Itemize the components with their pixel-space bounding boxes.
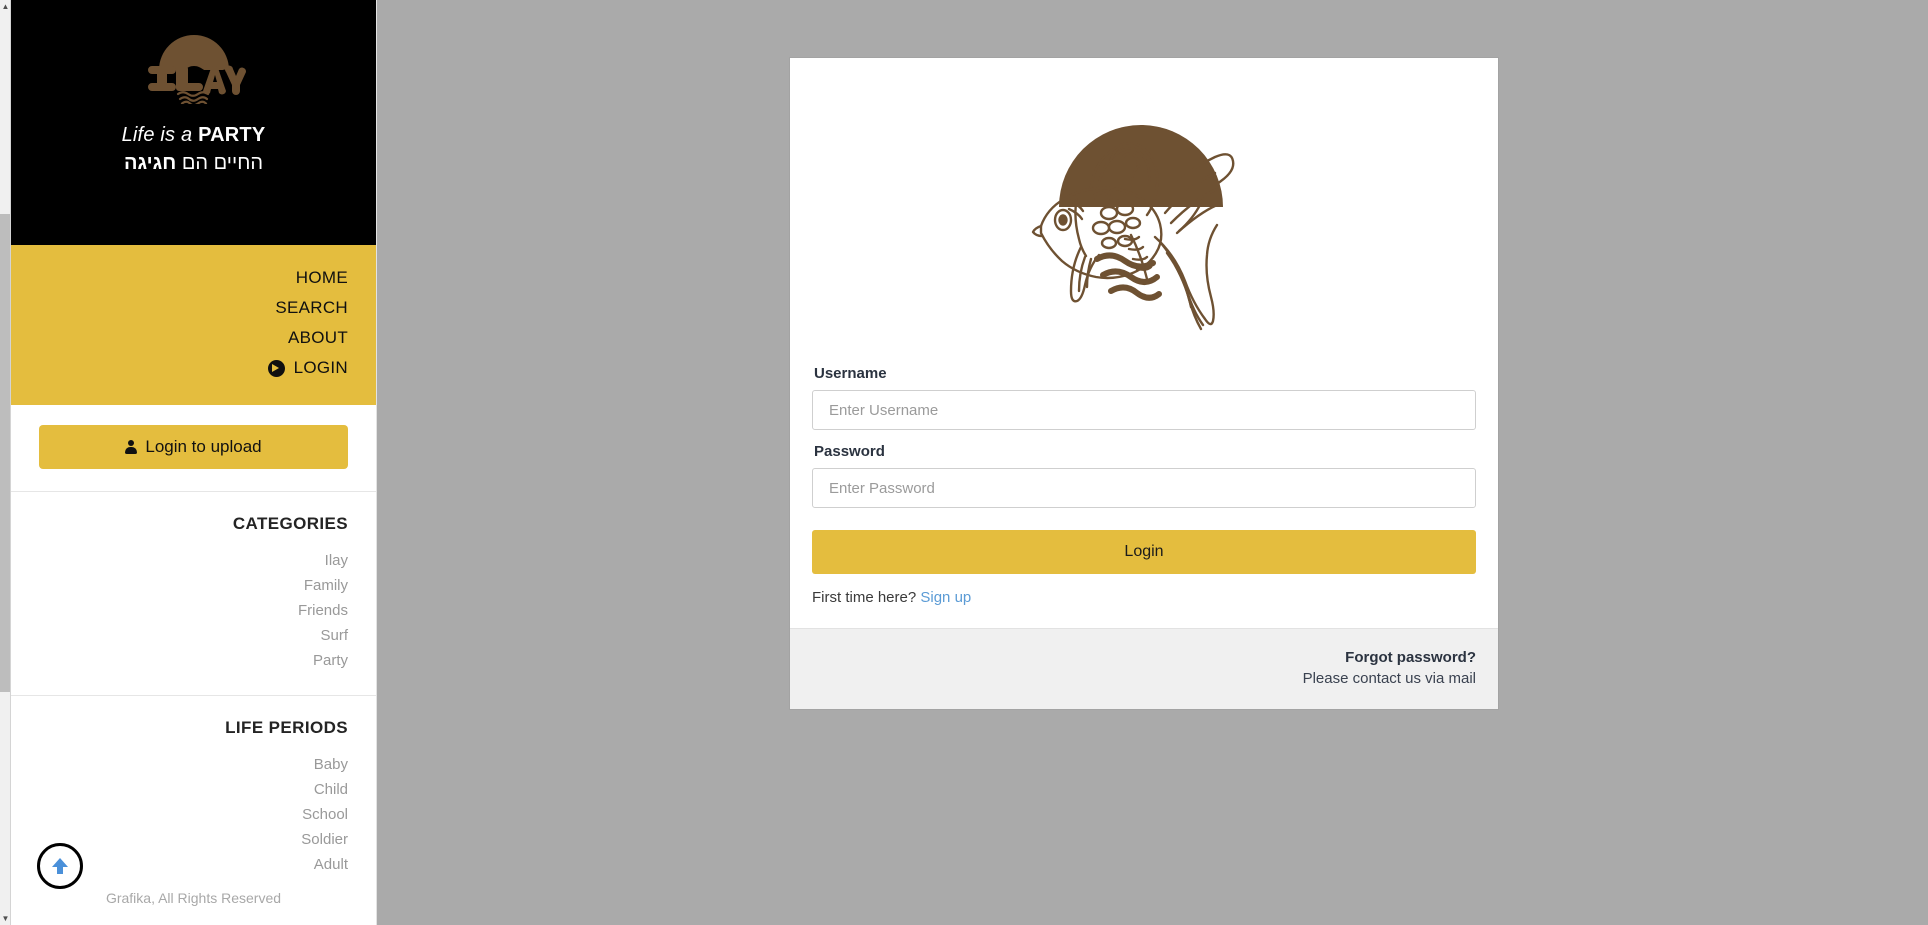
categories-section: CATEGORIES Ilay Family Friends Surf Part… [11, 491, 376, 695]
user-icon [125, 440, 138, 454]
main-nav: HOME SEARCH ABOUT LOGIN [11, 245, 376, 405]
tagline-hebrew-prefix: החיים הם [176, 152, 264, 174]
tagline-english: Life is a PARTY [11, 124, 376, 147]
tagline-english-bold: PARTY [198, 124, 266, 146]
goldfish-sun-illustration-icon [1031, 124, 1235, 330]
forgot-password-subtitle: Please contact us via mail [1302, 670, 1476, 687]
copyright-text: Grafika, All Rights Reserved [105, 890, 282, 906]
ilay-sun-waves-logo-icon [147, 35, 246, 104]
categories-title: CATEGORIES [232, 514, 348, 533]
nav-item-login[interactable]: LOGIN [11, 353, 348, 383]
nav-item-search[interactable]: SEARCH [11, 293, 348, 323]
window-scrollbar[interactable]: ▲ ▼ [0, 0, 11, 925]
tagline-english-prefix: Life is a [121, 124, 199, 146]
life-period-item-child[interactable]: Child [11, 777, 348, 802]
login-card-header [790, 58, 1498, 365]
back-to-top-button[interactable] [37, 843, 83, 889]
category-item-party[interactable]: Party [11, 648, 348, 673]
username-input[interactable] [812, 390, 1476, 430]
category-item-ilay[interactable]: Ilay [11, 548, 348, 573]
category-item-family[interactable]: Family [11, 573, 348, 598]
tagline-hebrew-bold: חגיגה [123, 152, 177, 174]
scrollbar-up-arrow[interactable]: ▲ [1, 2, 10, 11]
life-periods-title: LIFE PERIODS [225, 718, 348, 737]
brand-block: Life is a PARTY החיים הם חגיגה [11, 0, 376, 245]
nav-item-home[interactable]: HOME [11, 263, 348, 293]
arrow-circle-right-icon [267, 359, 285, 377]
page-root: ▲ ▼ Life is a PARTY החיים הם חגיגה HOME … [0, 0, 1928, 925]
logo-wrap[interactable] [11, 0, 376, 104]
category-item-friends[interactable]: Friends [11, 598, 348, 623]
password-input[interactable] [812, 468, 1476, 508]
login-submit-button[interactable]: Login [812, 530, 1476, 574]
arrow-up-icon [52, 858, 68, 874]
login-to-upload-button[interactable]: Login to upload [39, 425, 348, 469]
life-period-item-baby[interactable]: Baby [11, 752, 348, 777]
login-card: Username Password Login First time here?… [790, 58, 1498, 709]
login-card-footer: Forgot password? Please contact us via m… [790, 628, 1498, 709]
life-period-item-school[interactable]: School [11, 802, 348, 827]
signup-row: First time here? Sign up [812, 589, 1476, 606]
forgot-password-title: Forgot password? [1345, 649, 1476, 666]
signup-link[interactable]: Sign up [920, 589, 971, 606]
username-label: Username [814, 365, 887, 382]
password-label: Password [814, 443, 885, 460]
nav-item-about[interactable]: ABOUT [11, 323, 348, 353]
signup-prompt: First time here? [812, 589, 917, 606]
login-to-upload-label: Login to upload [145, 437, 262, 456]
scrollbar-thumb[interactable] [0, 214, 10, 692]
tagline-hebrew: החיים הם חגיגה [11, 152, 376, 175]
nav-item-login-label: LOGIN [293, 358, 348, 377]
upload-section: Login to upload [11, 405, 376, 491]
category-item-surf[interactable]: Surf [11, 623, 348, 648]
login-form: Username Password Login First time here?… [790, 365, 1498, 628]
sidebar: Life is a PARTY החיים הם חגיגה HOME SEAR… [11, 0, 377, 925]
scrollbar-down-arrow[interactable]: ▼ [1, 914, 10, 923]
